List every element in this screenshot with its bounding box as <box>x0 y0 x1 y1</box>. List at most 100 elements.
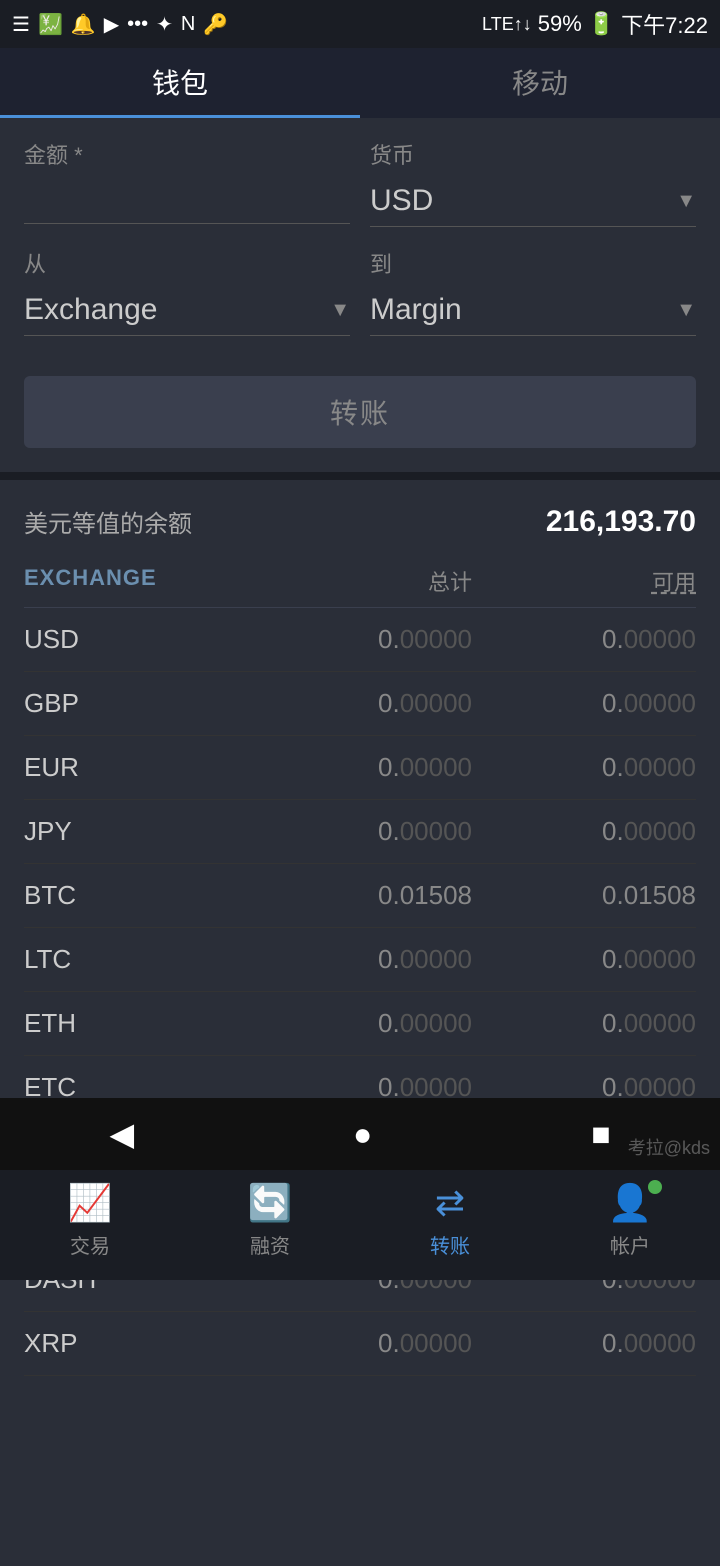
currency-select[interactable]: USD ▼ <box>370 176 696 227</box>
notification-icon: 🔔 <box>71 12 96 37</box>
more-icon: ••• <box>127 13 148 36</box>
table-row: LTC 0.00000 0.00000 <box>24 928 696 992</box>
bluetooth-icon: ✦ <box>156 12 173 37</box>
from-select[interactable]: Exchange ▼ <box>24 285 350 336</box>
trade-icon: 📈 <box>68 1182 113 1224</box>
col-header-total: 总计 <box>248 565 472 597</box>
account-icon: 👤 <box>608 1182 653 1223</box>
available-cell: 0.00000 <box>472 624 696 655</box>
col-header-available: 可用 <box>472 565 696 597</box>
online-indicator <box>648 1180 662 1194</box>
form-row-from-to: 从 Exchange ▼ 到 Margin ▼ <box>24 247 696 336</box>
balance-label: 美元等值的余额 <box>24 504 192 539</box>
nav-label-transfer: 转账 <box>430 1230 470 1259</box>
currency-cell: GBP <box>24 688 248 719</box>
key-icon: 🔑 <box>203 12 228 37</box>
amount-group: 金额 * <box>24 138 350 227</box>
available-cell: 0.00000 <box>472 1328 696 1359</box>
currency-group: 货币 USD ▼ <box>370 138 696 227</box>
menu-icon: ☰ <box>12 12 30 37</box>
available-cell: 0.00000 <box>472 1008 696 1039</box>
amount-label: 金额 * <box>24 138 350 170</box>
time-label: 下午7:22 <box>621 8 708 40</box>
transfer-button[interactable]: 转账 <box>24 376 696 448</box>
balance-value: 216,193.70 <box>546 505 696 539</box>
available-cell: 0.00000 <box>472 944 696 975</box>
nav-item-transfer[interactable]: ⇄ 转账 <box>360 1182 540 1269</box>
top-tab-bar: 钱包 移动 <box>0 48 720 118</box>
total-cell: 0.00000 <box>248 944 472 975</box>
available-cell: 0.00000 <box>472 688 696 719</box>
battery-icon: 🔋 <box>588 11 615 37</box>
from-label: 从 <box>24 247 350 279</box>
nav-label-trade: 交易 <box>70 1230 110 1259</box>
battery-label: 59% <box>538 11 582 37</box>
nav-label-finance: 融资 <box>250 1230 290 1259</box>
transfer-icon: ⇄ <box>435 1182 465 1224</box>
total-cell: 0.00000 <box>248 752 472 783</box>
tab-move[interactable]: 移动 <box>360 48 720 118</box>
finance-icon: 🔄 <box>248 1182 293 1224</box>
back-button[interactable]: ◀ <box>109 1115 134 1153</box>
section-divider <box>0 472 720 480</box>
send-icon: ▶ <box>104 12 119 37</box>
total-cell: 0.00000 <box>248 624 472 655</box>
currency-cell: EUR <box>24 752 248 783</box>
currency-dropdown-arrow: ▼ <box>676 190 696 213</box>
to-dropdown-arrow: ▼ <box>676 299 696 322</box>
currency-cell: JPY <box>24 816 248 847</box>
system-nav-bar: ◀ ● ■ <box>0 1098 720 1170</box>
nav-label-account: 帐户 <box>610 1230 650 1259</box>
nav-item-trade[interactable]: 📈 交易 <box>0 1182 180 1269</box>
currency-cell: USD <box>24 624 248 655</box>
nfc-icon: N <box>181 13 195 36</box>
currency-cell: LTC <box>24 944 248 975</box>
tab-wallet[interactable]: 钱包 <box>0 48 360 118</box>
to-value: Margin <box>370 293 676 327</box>
to-label: 到 <box>370 247 696 279</box>
watermark: 考拉@kds <box>628 1134 710 1160</box>
balance-section: 美元等值的余额 216,193.70 <box>0 480 720 549</box>
status-left: ☰ 💹 🔔 ▶ ••• ✦ N 🔑 <box>12 12 228 37</box>
to-select[interactable]: Margin ▼ <box>370 285 696 336</box>
from-value: Exchange <box>24 293 330 327</box>
signal-icon: LTE↑↓ <box>482 14 532 35</box>
amount-input[interactable] <box>24 176 350 224</box>
table-row: JPY 0.00000 0.00000 <box>24 800 696 864</box>
nav-item-account[interactable]: 👤 帐户 <box>540 1182 720 1269</box>
table-row: GBP 0.00000 0.00000 <box>24 672 696 736</box>
status-bar: ☰ 💹 🔔 ▶ ••• ✦ N 🔑 LTE↑↓ 59% 🔋 下午7:22 <box>0 0 720 48</box>
total-cell: 0.00000 <box>248 1328 472 1359</box>
recent-button[interactable]: ■ <box>591 1116 610 1153</box>
available-cell: 0.00000 <box>472 816 696 847</box>
home-button[interactable]: ● <box>353 1116 372 1153</box>
total-cell: 0.00000 <box>248 816 472 847</box>
table-row: USD 0.00000 0.00000 <box>24 608 696 672</box>
col-header-exchange: EXCHANGE <box>24 565 248 597</box>
table-row: XRP 0.00000 0.00000 <box>24 1312 696 1376</box>
form-section: 金额 * 货币 USD ▼ 从 Exchange ▼ <box>0 118 720 366</box>
table-row: ETH 0.00000 0.00000 <box>24 992 696 1056</box>
currency-cell: XRP <box>24 1328 248 1359</box>
table-row: EUR 0.00000 0.00000 <box>24 736 696 800</box>
form-row-amount-currency: 金额 * 货币 USD ▼ <box>24 138 696 227</box>
available-cell: 0.00000 <box>472 752 696 783</box>
status-right: LTE↑↓ 59% 🔋 下午7:22 <box>482 8 708 40</box>
currency-label: 货币 <box>370 138 696 170</box>
bottom-nav: 📈 交易 🔄 融资 ⇄ 转账 👤 帐户 <box>0 1170 720 1280</box>
currency-cell: ETH <box>24 1008 248 1039</box>
total-cell: 0.00000 <box>248 688 472 719</box>
nav-item-finance[interactable]: 🔄 融资 <box>180 1182 360 1269</box>
transfer-btn-row: 转账 <box>0 366 720 472</box>
total-cell: 0.01508 <box>248 880 472 911</box>
currency-cell: BTC <box>24 880 248 911</box>
app-icon: 💹 <box>38 12 63 37</box>
from-dropdown-arrow: ▼ <box>330 299 350 322</box>
to-group: 到 Margin ▼ <box>370 247 696 336</box>
available-cell: 0.01508 <box>472 880 696 911</box>
from-group: 从 Exchange ▼ <box>24 247 350 336</box>
currency-value: USD <box>370 184 676 218</box>
table-row: BTC 0.01508 0.01508 <box>24 864 696 928</box>
total-cell: 0.00000 <box>248 1008 472 1039</box>
table-header: EXCHANGE 总计 可用 <box>24 549 696 608</box>
